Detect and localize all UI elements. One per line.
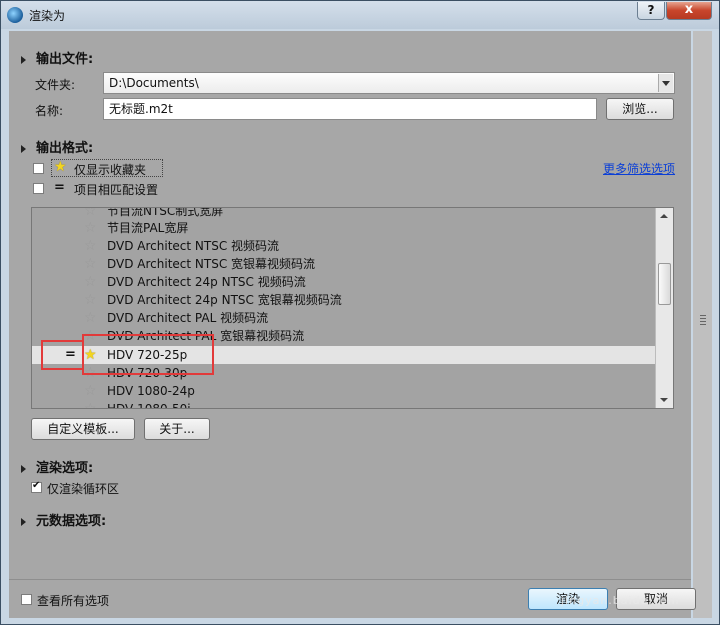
equal-icon: = — [54, 180, 65, 195]
match-project-checkbox[interactable] — [33, 183, 44, 194]
metadata-options-section-header[interactable]: 元数据选项: — [21, 510, 106, 529]
match-project-label: 项目相匹配设置 — [74, 183, 159, 197]
expand-triangle-icon — [21, 464, 26, 473]
highlight-box-equal — [41, 340, 84, 370]
star-outline-icon[interactable]: ☆ — [84, 237, 97, 255]
star-outline-icon[interactable]: ☆ — [84, 255, 97, 273]
render-as-dialog: 渲染为 ? x 输出文件: 文件夹: D:\Documents\ 名称: 无标题… — [0, 0, 720, 625]
custom-template-button[interactable]: 自定义模板... — [31, 418, 135, 440]
app-icon — [7, 7, 23, 23]
scroll-thumb[interactable] — [658, 263, 671, 305]
list-scrollbar[interactable] — [655, 208, 673, 408]
list-item[interactable]: ☆ DVD Architect 24p NTSC 宽银幕视频码流 — [32, 291, 658, 309]
footer-divider — [9, 579, 691, 580]
star-outline-icon[interactable]: ☆ — [84, 400, 97, 408]
list-item[interactable]: ☆ DVD Architect PAL 视频码流 — [32, 309, 658, 327]
window-title: 渲染为 — [29, 9, 66, 23]
chevron-down-icon[interactable] — [658, 74, 673, 92]
loop-only-label: 仅渲染循环区 — [47, 482, 120, 496]
star-outline-icon[interactable]: ☆ — [84, 219, 97, 237]
render-options-section-header[interactable]: 渲染选项: — [21, 457, 93, 476]
expand-triangle-icon — [21, 144, 26, 153]
dialog-scrollbar[interactable] — [693, 31, 712, 618]
star-outline-icon[interactable]: ☆ — [84, 291, 97, 309]
list-item[interactable]: ☆ 节目流PAL宽屏 — [32, 219, 658, 237]
close-button[interactable]: x — [666, 2, 712, 20]
star-icon: ★ — [54, 159, 67, 175]
watermark: jingyan.baidu.com — [561, 594, 680, 607]
list-item[interactable]: ☆ HDV 1080-24p — [32, 382, 658, 400]
star-outline-icon[interactable]: ☆ — [84, 309, 97, 327]
output-format-section-header[interactable]: 输出格式: — [21, 137, 93, 156]
scroll-down-icon[interactable] — [660, 398, 668, 402]
star-outline-icon[interactable]: ☆ — [84, 273, 97, 291]
more-filters-link[interactable]: 更多筛选选项 — [603, 160, 675, 177]
show-all-label: 查看所有选项 — [37, 594, 110, 608]
list-item[interactable]: ☆ DVD Architect 24p NTSC 视频码流 — [32, 273, 658, 291]
expand-triangle-icon — [21, 517, 26, 526]
expand-triangle-icon — [21, 55, 26, 64]
loop-only-checkbox[interactable] — [31, 480, 42, 493]
scroll-up-icon[interactable] — [660, 214, 668, 218]
folder-combo[interactable]: D:\Documents\ — [103, 72, 675, 94]
browse-button[interactable]: 浏览... — [606, 98, 674, 120]
scroll-grip-icon — [700, 315, 706, 325]
highlight-box-star — [82, 334, 214, 375]
template-list[interactable]: ☆ 节目流NTSC制式宽屏 ☆ 节目流PAL宽屏 ☆ DVD Architect NT… — [31, 207, 674, 409]
folder-label: 文件夹: — [35, 78, 76, 92]
favorites-only-label: 仅显示收藏夹 — [74, 163, 147, 177]
show-all-checkbox[interactable] — [21, 594, 32, 605]
star-outline-icon[interactable]: ☆ — [84, 382, 97, 400]
name-label: 名称: — [35, 104, 64, 118]
list-item[interactable]: ☆ HDV 1080-50i — [32, 400, 658, 408]
about-button[interactable]: 关于... — [144, 418, 210, 440]
list-item[interactable]: ☆ DVD Architect NTSC 宽银幕视频码流 — [32, 255, 658, 273]
output-file-section-header[interactable]: 输出文件: — [21, 48, 93, 67]
folder-value: D:\Documents\ — [109, 76, 199, 90]
title-bar[interactable]: 渲染为 ? x — [1, 1, 719, 29]
list-item[interactable]: ☆ DVD Architect NTSC 视频码流 — [32, 237, 658, 255]
favorites-only-checkbox[interactable] — [33, 163, 44, 174]
name-input[interactable]: 无标题.m2t — [103, 98, 597, 120]
help-button[interactable]: ? — [637, 2, 665, 20]
